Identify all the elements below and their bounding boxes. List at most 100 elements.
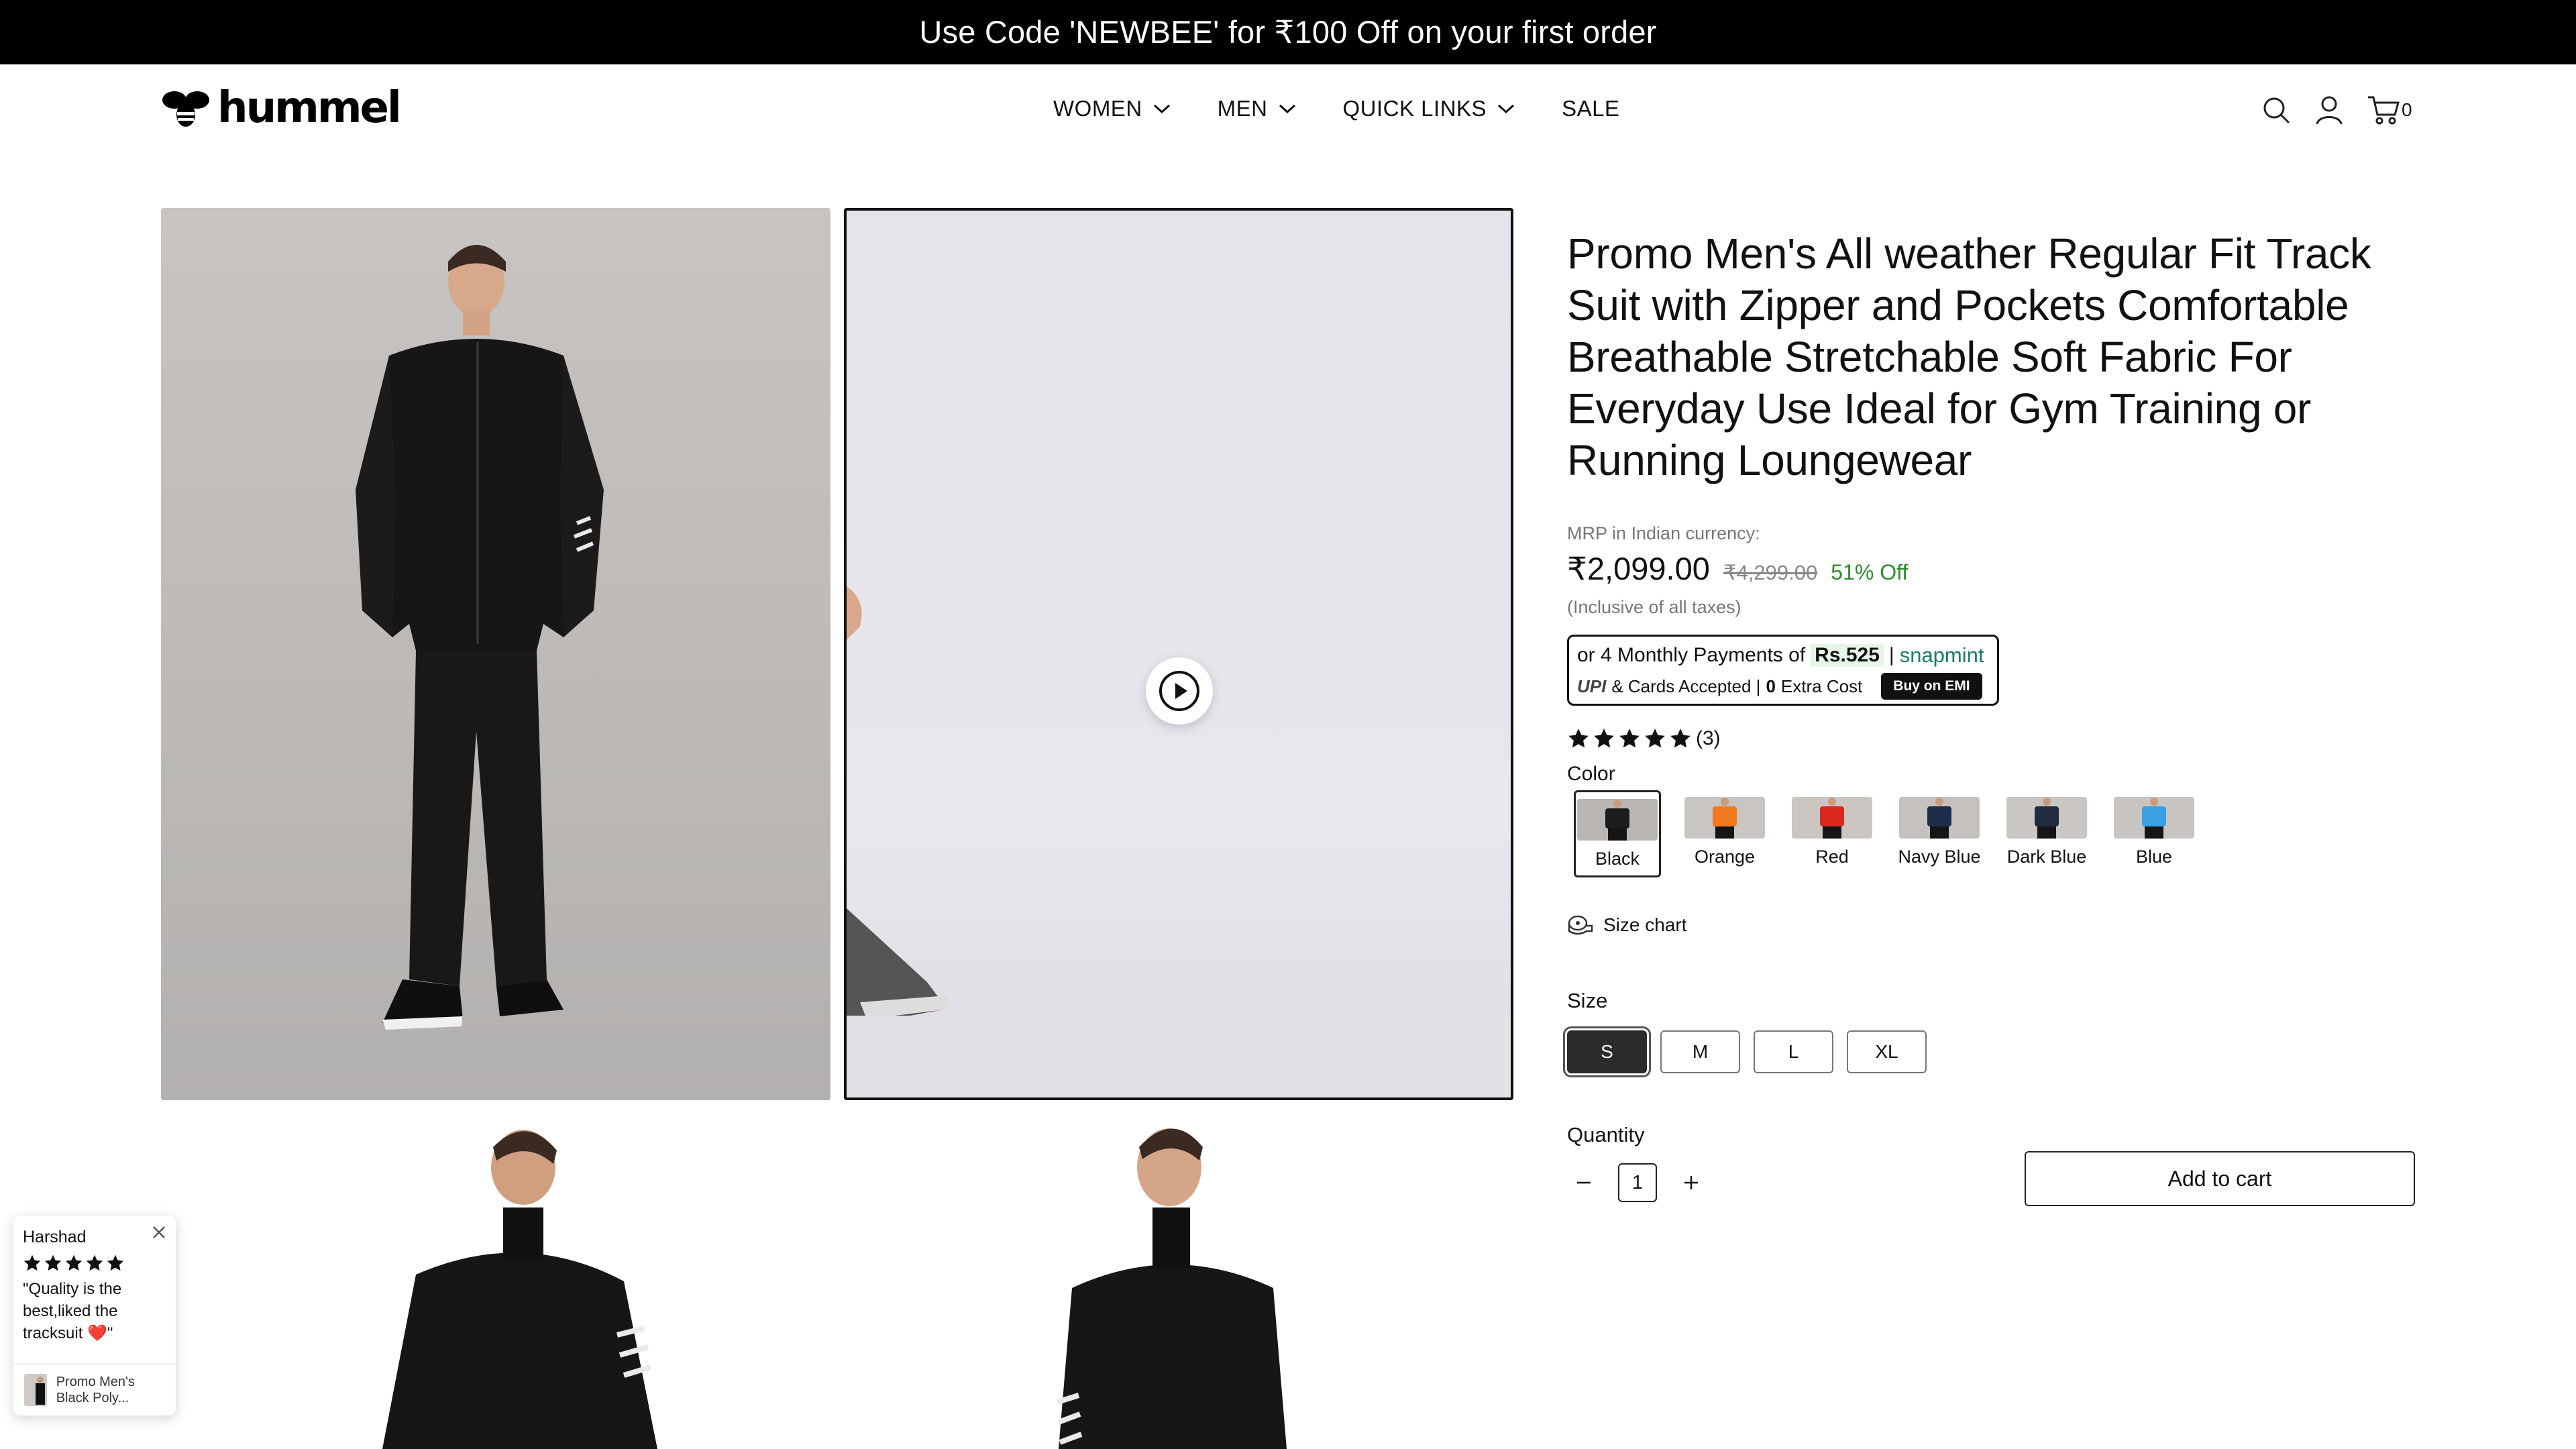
close-popup-button[interactable] — [149, 1222, 169, 1242]
add-to-cart-button[interactable]: Add to cart — [2025, 1151, 2415, 1206]
color-swatch-blue[interactable]: Blue — [2110, 790, 2198, 877]
plus-icon — [1684, 1176, 1698, 1189]
product-image-side[interactable] — [161, 1114, 830, 1449]
account-button[interactable] — [2314, 95, 2344, 125]
review-product[interactable]: Promo Men's Black Poly... — [13, 1363, 176, 1415]
swatch-label: Dark Blue — [2006, 847, 2087, 867]
emi-cards-text: & Cards Accepted | — [1611, 676, 1761, 696]
product-title: Promo Men's All weather Regular Fit Trac… — [1567, 229, 2371, 484]
swatch-image — [1577, 799, 1658, 841]
color-swatch-navy-blue[interactable]: Navy Blue — [1896, 790, 1983, 877]
decrease-quantity-button[interactable] — [1567, 1166, 1601, 1199]
nav-sale[interactable]: SALE — [1562, 96, 1619, 121]
swatch-image — [2006, 797, 2087, 839]
nav-sale-label: SALE — [1562, 96, 1620, 121]
price-row: ₹2,099.00 ₹4,299.00 51% Off — [1567, 550, 1908, 588]
increase-quantity-button[interactable] — [1674, 1166, 1708, 1199]
chevron-down-icon — [1498, 104, 1515, 114]
star-icon — [1594, 729, 1614, 748]
brand-logo[interactable]: hummel — [161, 83, 402, 133]
search-icon — [2263, 97, 2290, 124]
emi-line-2: UPI & Cards Accepted | 0 Extra Cost Buy … — [1577, 673, 1990, 700]
emi-prefix: or 4 Monthly Payments of — [1577, 644, 1806, 666]
swatch-label: Navy Blue — [1898, 847, 1981, 867]
size-option-l[interactable]: L — [1754, 1030, 1833, 1073]
review-popup[interactable]: Harshad "Quality is the best,liked the t… — [13, 1216, 176, 1415]
product-info: Promo Men's All weather Regular Fit Trac… — [1563, 228, 2415, 1206]
close-icon — [153, 1226, 165, 1238]
bee-logo-icon — [162, 91, 209, 127]
review-quote: "Quality is the best,liked the tracksuit… — [23, 1280, 122, 1342]
buy-on-emi-button[interactable]: Buy on EMI — [1881, 673, 1982, 700]
cart-count: 0 — [2402, 99, 2412, 120]
discount-badge: 51% Off — [1831, 560, 1909, 584]
swatch-label: Red — [1815, 847, 1849, 867]
announcement-text: Use Code 'NEWBEE' for ₹100 Off on your f… — [919, 14, 1657, 50]
color-label: Color — [1567, 763, 1615, 785]
star-icon — [86, 1254, 103, 1271]
nav-women-label: WOMEN — [1053, 96, 1142, 121]
review-product-thumbnail — [24, 1374, 47, 1406]
main-nav: WOMEN MEN QUICK LINKS SALE — [1053, 89, 1619, 129]
quantity-label: Quantity — [1567, 1123, 1645, 1146]
swatch-image — [1792, 797, 1872, 839]
mrp-label: MRP in Indian currency: — [1567, 523, 1760, 543]
color-swatch-red[interactable]: Red — [1788, 790, 1876, 877]
cart-icon — [2368, 96, 2400, 125]
quantity-input[interactable]: 1 — [1618, 1163, 1657, 1202]
size-options: S M L XL — [1563, 1026, 1927, 1077]
product-image-front[interactable] — [161, 208, 830, 1100]
size-chart-link[interactable]: Size chart — [1567, 914, 1687, 936]
snapmint-logo: snapmint — [1899, 643, 1984, 667]
size-label: Size — [1567, 989, 1608, 1012]
search-button[interactable] — [2261, 95, 2292, 125]
rating-stars — [1567, 727, 1692, 750]
product-rating[interactable]: (3) — [1567, 727, 1721, 750]
play-video-button[interactable] — [1146, 657, 1213, 724]
cart-button[interactable]: 0 — [2367, 95, 2412, 125]
emi-extra-cost: Extra Cost — [1780, 676, 1863, 696]
quantity-stepper: 1 — [1567, 1163, 1708, 1202]
site-header: hummel WOMEN MEN QUICK LINKS SALE 0 — [0, 64, 2576, 155]
swatch-image — [1899, 797, 1980, 839]
color-swatch-orange[interactable]: Orange — [1681, 790, 1768, 877]
product-image-closeup[interactable] — [844, 1114, 1513, 1449]
star-icon — [1645, 729, 1665, 748]
size-option-s[interactable]: S — [1563, 1026, 1651, 1077]
swatch-label: Blue — [2135, 847, 2173, 867]
tax-note: (Inclusive of all taxes) — [1567, 597, 1741, 617]
video-frame-illustration — [847, 586, 1511, 1097]
emi-separator: | — [1888, 644, 1894, 666]
model-closeup-illustration — [1056, 1128, 1287, 1449]
account-icon — [2316, 96, 2343, 125]
color-swatches: Black Orange Red Navy Blue Dark Blue Blue — [1574, 790, 2198, 877]
product-video[interactable] — [844, 208, 1513, 1100]
star-icon — [23, 1254, 41, 1271]
minus-icon — [1577, 1181, 1591, 1184]
emi-extra-zero: 0 — [1766, 676, 1776, 696]
color-swatch-black[interactable]: Black — [1574, 790, 1661, 877]
star-icon — [1619, 729, 1640, 748]
play-icon — [1159, 671, 1199, 711]
star-icon — [1568, 729, 1589, 748]
nav-men[interactable]: MEN — [1218, 96, 1296, 121]
nav-quick-links-label: QUICK LINKS — [1342, 96, 1487, 121]
nav-quick-links[interactable]: QUICK LINKS — [1343, 96, 1515, 121]
nav-men-label: MEN — [1217, 96, 1268, 121]
size-option-m[interactable]: M — [1660, 1030, 1740, 1073]
emi-widget[interactable]: or 4 Monthly Payments of Rs.525 | snapmi… — [1567, 635, 1999, 706]
review-product-title: Promo Men's Black Poly... — [56, 1375, 135, 1405]
color-swatch-dark-blue[interactable]: Dark Blue — [2003, 790, 2090, 877]
nav-women[interactable]: WOMEN — [1053, 96, 1171, 121]
upi-logo: UPI — [1577, 676, 1607, 696]
model-side-illustration — [382, 1130, 657, 1449]
star-icon — [1670, 729, 1690, 748]
chevron-down-icon — [1279, 104, 1295, 114]
tape-measure-icon — [1568, 915, 1593, 935]
star-icon — [44, 1254, 62, 1271]
size-option-xl[interactable]: XL — [1847, 1030, 1927, 1073]
logo-wordmark: hummel — [217, 83, 402, 133]
swatch-image — [2114, 797, 2194, 839]
model-front-illustration — [356, 245, 604, 1030]
star-icon — [65, 1254, 83, 1271]
